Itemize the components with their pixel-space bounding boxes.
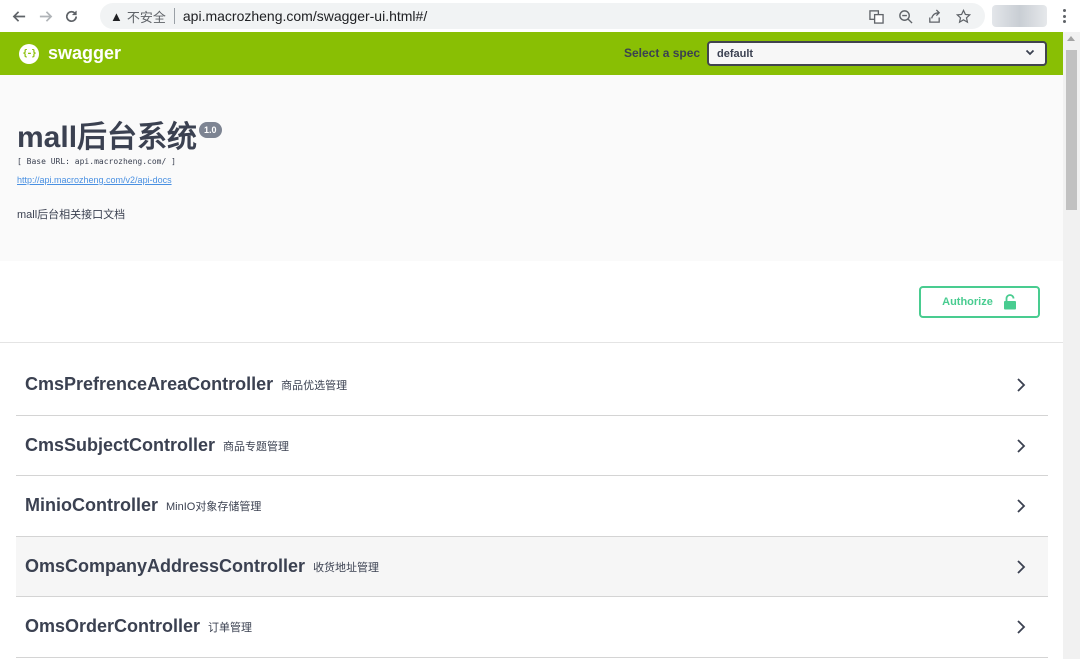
profile-avatar[interactable] [992,5,1047,27]
swagger-logo-icon: {-} [19,43,39,64]
api-title: mall后台系统 [17,121,198,154]
chevron-right-icon[interactable] [1016,377,1026,393]
insecure-label: 不安全 [126,9,166,25]
spec-label: Select a spec [624,46,701,60]
lock-icon [1003,294,1016,310]
version-badge: 1.0 [199,122,222,138]
warning-icon: ▲ [110,8,123,24]
chevron-right-icon[interactable] [1016,619,1026,635]
swagger-logo[interactable]: {-} swagger [19,43,121,64]
api-description: mall后台相关接口文档 [17,209,126,221]
tag-description: 商品专题管理 [223,440,290,453]
zoom-icon[interactable] [897,8,913,24]
spec-select[interactable]: default [707,41,1047,66]
back-icon[interactable] [6,3,32,29]
browser-menu-icon[interactable] [1056,6,1072,26]
tag-description: 商品优选管理 [281,380,348,393]
scheme-container: Authorize [0,261,1063,343]
scroll-thumb[interactable] [1066,50,1077,210]
swagger-logo-text: swagger [48,43,122,63]
chevron-down-icon [1025,49,1035,56]
tag-name: MinioController [25,495,158,516]
tag-section[interactable]: MinioController MinIO对象存储管理 [16,476,1048,537]
tag-section[interactable]: CmsSubjectController 商品专题管理 [16,416,1048,476]
tag-section[interactable]: CmsPrefrenceAreaController 商品优选管理 [16,355,1048,416]
chevron-right-icon[interactable] [1016,498,1026,514]
tag-description: MinIO对象存储管理 [166,501,262,514]
api-info: mall后台系统 1.0 [ Base URL: api.macrozheng.… [0,75,1063,261]
browser-toolbar: ▲ 不安全 api.macrozheng.com/swagger-ui.html… [0,0,1080,32]
address-bar-actions [868,3,971,29]
chevron-right-icon[interactable] [1016,559,1026,575]
translate-icon[interactable] [868,8,884,24]
spec-select-value: default [717,47,754,60]
authorize-button[interactable]: Authorize [919,286,1040,318]
chevron-right-icon[interactable] [1016,438,1026,454]
tag-list: CmsPrefrenceAreaController 商品优选管理 CmsSub… [16,355,1048,658]
reload-icon[interactable] [58,3,84,29]
tag-description: 收货地址管理 [313,561,380,574]
tag-section[interactable]: OmsCompanyAddressController 收货地址管理 [16,536,1048,597]
address-bar[interactable]: ▲ 不安全 api.macrozheng.com/swagger-ui.html… [100,3,985,29]
api-title-row: mall后台系统 1.0 [17,120,222,156]
tag-section[interactable]: OmsOrderController 订单管理 [16,597,1048,658]
tag-name: CmsSubjectController [25,434,216,455]
page-scrollbar[interactable] [1063,32,1080,659]
authorize-label: Authorize [942,296,993,308]
tag-description: 订单管理 [208,622,253,635]
api-docs-link[interactable]: http://api.macrozheng.com/v2/api-docs [17,175,172,185]
base-url: [ Base URL: api.macrozheng.com/ ] [17,157,176,166]
url-text: api.macrozheng.com/swagger-ui.html#/ [182,8,428,24]
tag-name: OmsCompanyAddressController [25,555,306,576]
divider [173,8,175,24]
forward-icon[interactable] [32,3,58,29]
scroll-up-icon[interactable] [1067,36,1075,41]
share-icon[interactable] [926,8,942,24]
tag-name: OmsOrderController [25,616,201,637]
bookmark-star-icon[interactable] [955,8,971,24]
swagger-topbar: {-} swagger Select a spec default [0,32,1063,75]
tag-name: CmsPrefrenceAreaController [25,374,274,395]
